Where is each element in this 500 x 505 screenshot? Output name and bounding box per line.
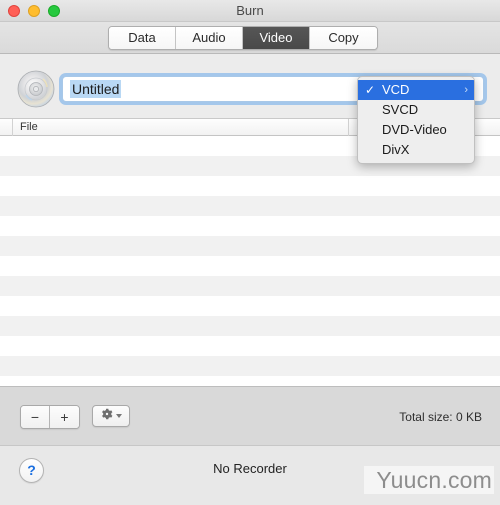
- list-row: [0, 216, 500, 236]
- menu-item-divx[interactable]: DivX: [358, 140, 474, 160]
- add-file-button[interactable]: +: [50, 406, 79, 428]
- list-row: [0, 256, 500, 276]
- burn-window: Burn Data Audio Video Copy Untitled File…: [0, 0, 500, 505]
- tab-video[interactable]: Video: [243, 27, 310, 49]
- menu-item-label: VCD: [382, 82, 410, 97]
- column-header-file[interactable]: File: [20, 121, 38, 133]
- list-row: [0, 316, 500, 336]
- add-remove-segmented-control: − +: [20, 405, 80, 429]
- list-row: [0, 336, 500, 356]
- tab-audio[interactable]: Audio: [176, 27, 243, 49]
- checkmark-icon: ✓: [365, 83, 376, 97]
- list-row: [0, 356, 500, 376]
- list-row: [0, 296, 500, 316]
- list-row: [0, 196, 500, 216]
- menu-item-dvd-video[interactable]: DVD-Video: [358, 120, 474, 140]
- total-size-label: Total size: 0 KB: [399, 410, 482, 424]
- column-divider-right[interactable]: [348, 119, 349, 137]
- list-row: [0, 276, 500, 296]
- disc-icon: [17, 70, 55, 108]
- list-row: [0, 236, 500, 256]
- settings-gear-button[interactable]: [92, 405, 130, 427]
- mode-segmented-control: Data Audio Video Copy: [108, 26, 378, 50]
- menu-item-label: DVD-Video: [382, 122, 447, 137]
- list-row: [0, 376, 500, 386]
- toolbar: Data Audio Video Copy: [0, 22, 500, 54]
- chevron-down-icon: [116, 414, 122, 418]
- menu-item-label: SVCD: [382, 102, 419, 117]
- column-divider-left: [12, 119, 13, 137]
- remove-file-button[interactable]: −: [21, 406, 50, 428]
- window-titlebar: Burn: [0, 0, 500, 22]
- tab-copy[interactable]: Copy: [310, 27, 377, 49]
- disc-name-value: Untitled: [70, 80, 122, 98]
- menu-item-vcd[interactable]: ✓ VCD ›: [358, 80, 474, 100]
- format-popup-menu[interactable]: ✓ VCD › SVCD DVD-Video DivX: [357, 76, 475, 164]
- menu-item-svcd[interactable]: SVCD: [358, 100, 474, 120]
- menu-item-label: DivX: [382, 142, 410, 157]
- list-button-bar: − + Total size: 0 KB: [0, 386, 500, 445]
- list-row: [0, 176, 500, 196]
- tab-data[interactable]: Data: [109, 27, 176, 49]
- window-title: Burn: [236, 3, 264, 18]
- status-bar: ? No Recorder Yuucn.com: [0, 445, 500, 505]
- file-list-body[interactable]: [0, 136, 500, 386]
- watermark-label: Yuucn.com: [376, 467, 492, 493]
- chevron-right-icon: ›: [464, 84, 468, 96]
- gear-icon: [100, 407, 114, 426]
